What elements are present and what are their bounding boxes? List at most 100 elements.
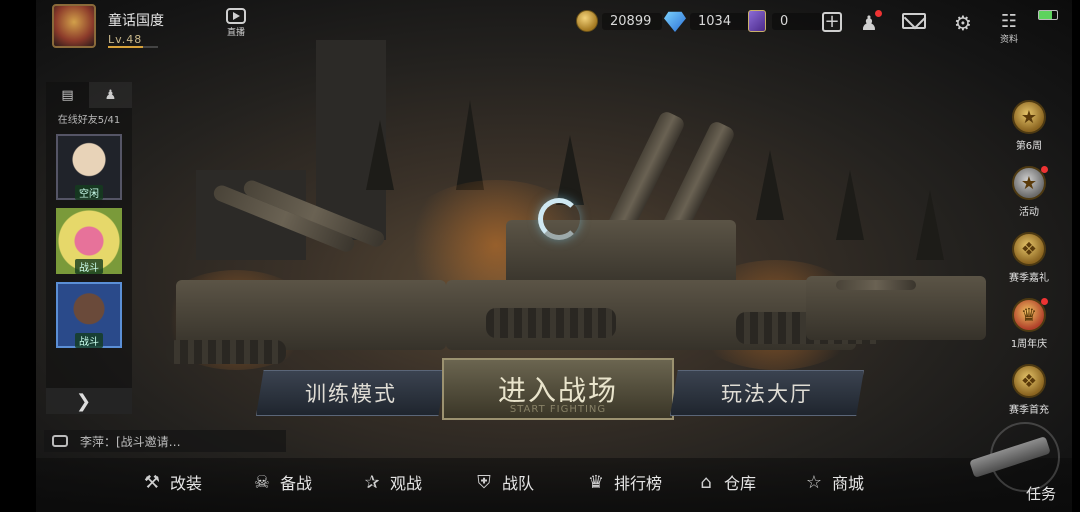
gold-counter[interactable]: 20899 [576,10,662,32]
mode-buttons: 训练模式 进入战场 START FIGHTING 玩法大厅 [256,358,866,422]
event-activity-label: 活动 [1019,207,1039,218]
chat-message: 李萍：[战斗邀请… [80,434,181,449]
nav-team[interactable]: ⛨ 战队 [472,470,534,494]
book-icon: ☷ [1000,10,1018,32]
expand-friends-button[interactable]: ❯ [46,388,132,414]
play-icon [226,8,246,24]
tab-friends[interactable]: ♟ [89,82,132,108]
friend-item[interactable]: 空闲 [56,134,122,200]
left-letterbox [0,0,36,512]
battery-level [1039,11,1052,19]
nav-leaderboard-label: 排行榜 [614,474,663,493]
wrench-icon: ⚒ [143,471,161,493]
event-week[interactable]: ★ 第6周 [994,100,1064,156]
game-lobby-label: 玩法大厅 [721,382,813,406]
chat-bubble-icon [52,435,68,447]
game-lobby-screen: 童话国度 Lv.48 直播 20899 1034 0 + ♟ ⚙ ☷ 资料 ▤ … [0,0,1080,512]
warehouse-icon: ⌂ [700,471,712,493]
top-bar: 童话国度 Lv.48 直播 20899 1034 0 + ♟ ⚙ ☷ 资料 [36,0,1072,48]
info-label: 资料 [1000,35,1019,45]
nav-prepare[interactable]: ☠ 备战 [250,470,312,494]
tree [836,170,864,240]
notification-dot [875,10,882,17]
friend-status: 空闲 [75,185,103,200]
level-progress-bar [108,46,158,48]
live-stream-button[interactable]: 直播 [222,8,250,38]
event-season-gift[interactable]: ❖ 赛季嘉礼 [994,232,1064,288]
right-tank-barrel [836,280,916,290]
nav-prepare-label: 备战 [280,474,313,493]
loading-spinner-icon [538,198,580,240]
season-gift-icon: ❖ [1012,232,1046,266]
shop-icon: ☆ [805,471,823,493]
nav-modify-label: 改装 [170,474,203,493]
star-medal-icon: ★ [1012,100,1046,134]
diamond-value: 1034 [690,12,750,30]
nav-leaderboard[interactable]: ♛ 排行榜 [584,470,662,494]
gold-coin-icon [576,10,598,32]
tree [756,150,784,220]
notification-dot [1041,166,1048,173]
player-name: 童话国度 [108,13,164,29]
notification-dot [1041,298,1048,305]
card-value: 0 [772,12,822,30]
diamond-counter[interactable]: 1034 [664,10,750,32]
shield-icon: ⛨ [477,471,491,493]
right-letterbox [1072,0,1080,512]
nav-warehouse[interactable]: ⌂ 仓库 [694,470,756,494]
trophy-icon: ♛ [587,471,605,493]
event-week-label: 第6周 [1015,141,1043,152]
gold-value: 20899 [602,12,662,30]
chat-bar[interactable]: 李萍：[战斗邀请… [44,430,286,452]
tree [366,120,394,190]
event-activity[interactable]: ★ 活动 [994,166,1064,222]
nav-warehouse-label: 仓库 [724,474,757,493]
nav-team-label: 战队 [502,474,535,493]
card-icon [748,10,766,32]
friend-status: 战斗 [75,259,103,274]
event-anniversary-label: 1周年庆 [1010,339,1048,350]
people-icon: ♟ [104,87,117,103]
enter-battle-sublabel: START FIGHTING [509,404,607,415]
game-lobby-button[interactable]: 玩法大厅 [670,370,864,416]
bottom-nav-bar: ⚒ 改装 ☠ 备战 ✰ 观战 ⛨ 战队 ♛ 排行榜 ⌂ 仓库 ☆ 商城 [36,458,1072,512]
diamond-icon [664,11,686,32]
settings-button[interactable]: ⚙ [950,10,976,36]
event-anniversary[interactable]: ♛ 1周年庆 [994,298,1064,354]
friend-item[interactable]: 战斗 [56,208,122,274]
online-friends-count: 在线好友5/41 [57,115,121,126]
center-tank-track [486,308,616,338]
add-currency-button[interactable]: + [822,12,842,32]
enter-battle-button[interactable]: 进入战场 START FIGHTING [442,358,674,420]
bar-chart-icon: ▤ [61,87,74,103]
event-season-gift-label: 赛季嘉礼 [1009,273,1049,284]
training-mode-button[interactable]: 训练模式 [256,370,446,416]
gasmask-icon: ☠ [253,471,271,493]
friends-tabs: ▤ ♟ [46,82,132,108]
training-mode-label: 训练模式 [305,382,397,406]
card-counter[interactable]: 0 [748,10,822,32]
live-stream-label: 直播 [226,28,245,38]
nav-shop-label: 商城 [832,474,865,493]
nav-spectate[interactable]: ✰ 观战 [360,470,422,494]
friends-panel: ▤ ♟ 在线好友5/41 空闲 战斗 战斗 ❯ [46,82,132,414]
friend-status: 战斗 [75,333,103,348]
task-button[interactable]: 任务 [966,408,1066,508]
season-recharge-icon: ❖ [1012,364,1046,398]
mail-icon[interactable] [902,13,926,29]
battery-icon [1038,10,1058,20]
tab-ranking[interactable]: ▤ [46,82,89,108]
enter-battle-label: 进入战场 [497,374,618,407]
friend-item[interactable]: 战斗 [56,282,122,348]
event-column: ★ 第6周 ★ 活动 ❖ 赛季嘉礼 ♛ 1周年庆 ❖ 赛季首充 [994,100,1064,430]
task-label: 任务 [1025,485,1056,503]
nav-modify[interactable]: ⚒ 改装 [140,470,202,494]
gear-icon: ⚙ [954,11,972,35]
level-progress-fill [108,46,143,48]
info-book-button[interactable]: ☷ [996,8,1022,34]
nav-shop[interactable]: ☆ 商城 [802,470,864,494]
player-avatar[interactable] [52,4,96,48]
tree [456,100,484,190]
star-eye-icon: ✰ [364,471,380,493]
friends-button[interactable]: ♟ [856,10,882,36]
